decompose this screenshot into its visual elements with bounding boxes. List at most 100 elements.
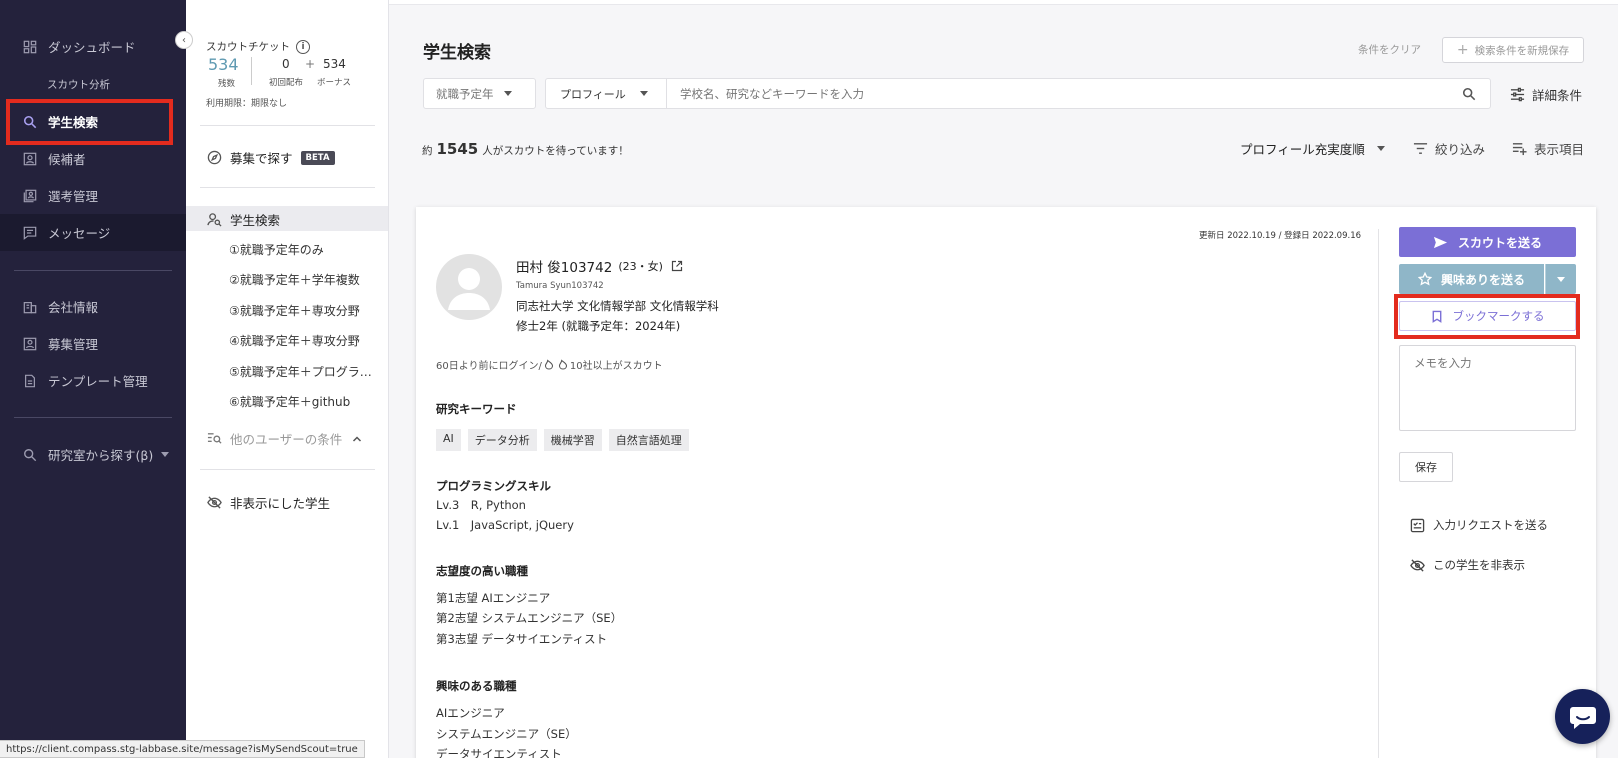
external-link-icon[interactable] (671, 260, 683, 272)
sidebar-item-label: 選考管理 (48, 189, 99, 204)
candidate-name-row: 田村 俊103742 (23・女) (516, 256, 683, 276)
wish-line: 第1志望 AIエンジニア (436, 591, 551, 605)
ticket-bonus-label: ボーナス (317, 78, 352, 88)
interest-dropdown-button[interactable] (1545, 264, 1576, 294)
chat-bubble-icon (1569, 706, 1596, 729)
saved-condition-5[interactable]: ⑤就職予定年＋プログラミング (229, 363, 379, 380)
sidebar-item-dashboard[interactable]: ダッシュボード (0, 28, 186, 65)
keyword-tag: データ分析 (467, 429, 537, 451)
checklist-icon (1410, 518, 1425, 532)
skill-line: Lv.1 JavaScript, jQuery (436, 518, 574, 532)
document-icon (22, 373, 38, 389)
sidebar-item-label: 研究室から探す(β) (48, 448, 154, 463)
sidebar-item-selection[interactable]: 選考管理 (0, 177, 186, 214)
activity-line: 60日より前にログイン/ 10社以上がスカウト (436, 359, 663, 372)
plus-icon: + (1456, 42, 1469, 58)
chevron-down-icon (1557, 276, 1565, 282)
filter-icon (1413, 143, 1428, 154)
ticket-initial-label: 初回配布 (269, 78, 304, 88)
input-request-button[interactable]: 入力リクエストを送る (1410, 517, 1548, 533)
main-sidebar: ダッシュボード スカウト分析 学生検索 候補者 選考管理 メッセージ 会社情報 (0, 0, 186, 758)
saved-condition-4[interactable]: ④就職予定年＋専攻分野 (229, 332, 379, 349)
sidebar-item-company[interactable]: 会社情報 (0, 288, 186, 325)
memo-save-button[interactable]: 保存 (1399, 452, 1453, 482)
other-users-conditions[interactable]: 他のユーザーの条件 (206, 429, 362, 448)
grad-year-select[interactable]: 就職予定年 (423, 78, 536, 109)
skill-line: Lv.3 R, Python (436, 498, 526, 512)
chat-button[interactable] (1555, 689, 1610, 744)
search-icon[interactable] (1462, 87, 1476, 101)
profile-select[interactable]: プロフィール (546, 79, 667, 108)
building-icon (22, 299, 38, 315)
sidebar-item-label: メッセージ (48, 226, 111, 241)
card-divider (1378, 229, 1379, 758)
wish-line: 第3志望 データサイエンティスト (436, 632, 608, 646)
hide-student-button[interactable]: この学生を非表示 (1410, 557, 1525, 573)
star-icon (1417, 272, 1432, 286)
recruit-icon (22, 336, 38, 352)
sidebar-divider (14, 270, 172, 271)
sidebar-item-candidates[interactable]: 候補者 (0, 140, 186, 177)
sidebar-item-messages[interactable]: メッセージ (0, 214, 186, 251)
chevron-down-icon (503, 91, 512, 96)
sidebar-divider (14, 417, 172, 418)
dashboard-icon (22, 39, 38, 55)
candidate-name[interactable]: 田村 俊103742 (516, 256, 612, 276)
sidebar-item-template[interactable]: テンプレート管理 (0, 362, 186, 399)
sidebar-item-label: 会社情報 (48, 300, 99, 315)
panel-divider (200, 187, 375, 188)
send-icon (1433, 236, 1448, 248)
send-scout-button[interactable]: スカウトを送る (1399, 227, 1576, 257)
detail-conditions-button[interactable]: 詳細条件 (1510, 85, 1582, 104)
sidebar-collapse-button[interactable]: ‹ (175, 31, 193, 49)
sidebar-item-label: 学生検索 (48, 115, 99, 130)
keyword-search-input[interactable] (667, 79, 1462, 108)
save-condition-button[interactable]: + 検索条件を新規保存 (1442, 37, 1584, 63)
skills-heading: プログラミングスキル (436, 479, 551, 493)
ticket-bonus: 534 (323, 57, 346, 71)
sidebar-item-label: ダッシュボード (48, 40, 136, 55)
filter-button[interactable]: 絞り込み (1413, 139, 1485, 158)
result-count: 約 1545 人がスカウトを待っています！ (422, 140, 629, 158)
ticket-initial: 0 (282, 57, 290, 71)
candidate-school: 同志社大学 文化情報学部 文化情報学科 (516, 299, 719, 313)
saved-condition-3[interactable]: ③就職予定年＋専攻分野 (229, 302, 379, 319)
playlist-add-icon (1512, 143, 1527, 156)
eye-off-icon (206, 495, 222, 511)
recruit-search-link[interactable]: 募集で探す BETA (206, 148, 335, 167)
saved-condition-1[interactable]: ①就職予定年のみ (229, 241, 379, 258)
keywords-heading: 研究キーワード (436, 402, 517, 416)
sort-select[interactable]: プロフィール充実度順 (1240, 139, 1385, 158)
search-menu-panel: スカウトチケット i 534 残数 0 + 534 初回配布 ボーナス 利用期限… (186, 0, 389, 758)
clear-conditions-link[interactable]: 条件をクリア (1358, 42, 1421, 57)
send-interest-button[interactable]: 興味ありを送る (1399, 264, 1544, 294)
sidebar-item-scout-analysis[interactable]: スカウト分析 (47, 77, 110, 92)
info-icon[interactable]: i (296, 39, 310, 54)
sidebar-item-recruit[interactable]: 募集管理 (0, 325, 186, 362)
selection-icon (22, 188, 38, 204)
student-search-link[interactable]: 学生検索 (206, 210, 280, 229)
top-bar (389, 0, 1618, 5)
saved-condition-2[interactable]: ②就職予定年＋学年複数 (229, 271, 379, 288)
interest-line: AIエンジニア (436, 706, 505, 720)
keyword-tags: AI データ分析 機械学習 自然言語処理 (436, 429, 689, 451)
saved-condition-6[interactable]: ⑥就職予定年＋github (229, 393, 379, 410)
keyword-tag: 機械学習 (543, 429, 602, 451)
chevron-down-icon (1376, 146, 1385, 151)
compass-icon (206, 150, 222, 166)
bookmark-button[interactable]: ブックマークする (1399, 301, 1576, 331)
keyword-search-bar: プロフィール (545, 78, 1491, 109)
hidden-students-link[interactable]: 非表示にした学生 (206, 493, 330, 512)
interest-line: システムエンジニア（SE） (436, 727, 577, 741)
sidebar-item-student-search[interactable]: 学生検索 (0, 103, 186, 140)
display-columns-button[interactable]: 表示項目 (1512, 139, 1584, 158)
candidate-roman-name: Tamura Syun103742 (516, 281, 604, 291)
sidebar-item-lab-search[interactable]: 研究室から探す(β) (0, 436, 186, 473)
sidebar-item-label: テンプレート管理 (48, 374, 148, 389)
keyword-tag: 自然言語処理 (608, 429, 689, 451)
candidate-icon (22, 151, 38, 167)
memo-input[interactable] (1399, 345, 1576, 431)
ticket-divider (251, 57, 252, 85)
candidate-dates: 更新日 2022.10.19 / 登録日 2022.09.16 (1199, 231, 1362, 241)
chevron-down-icon (161, 452, 170, 457)
